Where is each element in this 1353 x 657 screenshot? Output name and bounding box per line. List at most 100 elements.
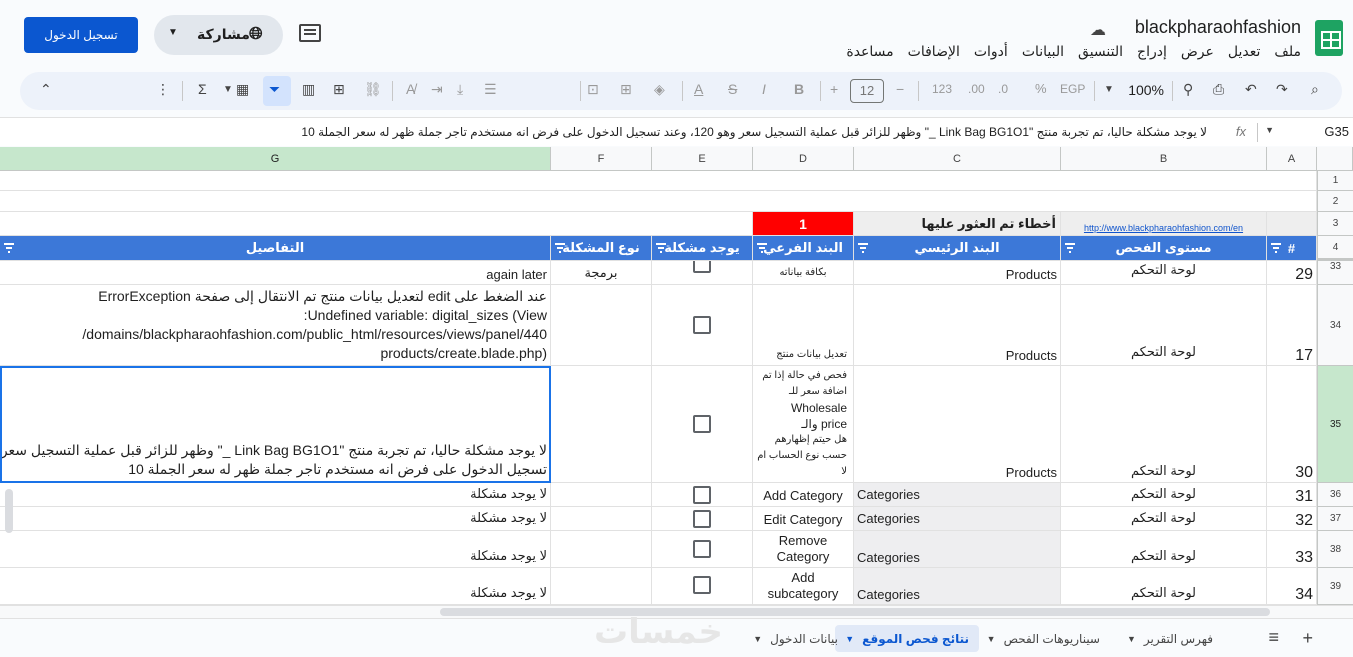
filter-icon[interactable] [1065,243,1075,253]
menu-tools[interactable]: أدوات [974,43,1008,60]
menu-data[interactable]: البيانات [1022,43,1064,60]
chevron-down-icon[interactable]: ▼ [1104,84,1114,95]
column-header-f[interactable]: F [551,147,652,171]
add-sheet-icon[interactable]: + [1302,628,1313,649]
cell-level[interactable]: لوحة التحكم [1061,507,1267,531]
menu-format[interactable]: التنسيق [1078,43,1123,60]
row-header[interactable]: 38 [1317,531,1353,568]
cell-main-item[interactable]: Categories [854,531,1061,568]
row-header[interactable]: 34 [1317,285,1353,366]
spreadsheet-grid[interactable]: A B C D E F G 1 2 3 4 33 34 35 36 37 38 … [0,147,1353,605]
cell-sub-item[interactable]: Edit Category [753,507,854,531]
cell-issue-type[interactable] [551,483,652,507]
row-header[interactable]: 1 [1317,171,1353,191]
cell-level[interactable]: لوحة التحكم [1061,285,1267,366]
chevron-down-icon[interactable]: ▼ [1265,125,1274,135]
row-header[interactable]: 2 [1317,191,1353,212]
text-rotation-icon[interactable]: A̸ [406,81,415,97]
cell-main-item[interactable]: Categories [854,483,1061,507]
merge-cells-icon[interactable]: ⊡ [587,81,599,98]
insert-link-icon[interactable]: ⛓ [364,81,382,98]
collapse-toolbar-icon[interactable]: ⌃ [40,81,52,98]
text-color-icon[interactable]: A [694,81,703,97]
cell-num[interactable]: 34 [1267,568,1317,605]
paint-format-icon[interactable]: ⚲ [1183,81,1193,98]
column-header-b[interactable]: B [1061,147,1267,171]
header-main-item[interactable]: البند الرئيسي [854,236,1061,261]
column-header-g[interactable]: G [0,147,551,171]
document-title[interactable]: blackpharaohfashion [1135,17,1301,38]
tab-test-scenarios[interactable]: سيناريوهات الفحص ▼ [977,625,1110,652]
cloud-status-icon[interactable]: ☁ [1090,20,1106,40]
issue-checkbox[interactable] [693,316,711,334]
cell-main-item[interactable]: Categories [854,568,1061,605]
bold-icon[interactable]: B [794,81,804,97]
horizontal-align-icon[interactable]: ☰ [484,81,497,98]
filter-icon[interactable] [4,243,14,253]
italic-icon[interactable]: I [762,81,766,97]
vertical-align-icon[interactable]: ⤓ [457,81,463,98]
column-header-e[interactable]: E [652,147,753,171]
select-all-corner[interactable] [1317,147,1353,171]
number-format-button[interactable]: 123 [932,82,952,96]
cell-details[interactable]: عند الضغط على edit لتعديل بيانات منتج تم… [0,285,551,366]
cell-main-item[interactable]: Products [854,261,1061,285]
filter-views-icon[interactable]: ▦ [236,81,249,98]
empty-row[interactable] [0,191,1317,212]
cell-sub-item[interactable]: بكافة بياناته [753,261,854,285]
cell-checkbox[interactable] [652,568,753,605]
decrease-decimal-button[interactable]: .0 [998,82,1008,96]
fill-color-icon[interactable]: ◈ [654,81,665,98]
cell-issue-type[interactable] [551,366,652,483]
issue-checkbox[interactable] [693,261,711,273]
empty-cells[interactable] [0,212,753,236]
cell-level[interactable]: لوحة التحكم [1061,531,1267,568]
filter-icon[interactable] [757,243,767,253]
name-box[interactable]: G35 [1324,124,1349,139]
header-level[interactable]: مستوى الفحص [1061,236,1267,261]
cell-checkbox[interactable] [652,507,753,531]
insert-chart-icon[interactable]: ▥ [302,81,315,98]
row-header[interactable]: 4 [1317,236,1353,261]
column-header-d[interactable]: D [753,147,854,171]
text-wrap-icon[interactable]: ⇥ [431,81,443,98]
increase-decimal-button[interactable]: .00 [968,82,985,96]
row-header[interactable]: 35 [1317,366,1353,483]
currency-format-button[interactable]: EGP [1060,82,1085,96]
cell-details[interactable]: لا يوجد مشكلة [0,531,551,568]
header-has-issue[interactable]: يوجد مشكلة [652,236,753,261]
horizontal-scrollbar-thumb[interactable] [440,608,1270,616]
cell-sub-item[interactable]: تعديل بيانات منتج [753,285,854,366]
zoom-select[interactable]: 100% [1128,82,1164,98]
cell-num[interactable]: 33 [1267,531,1317,568]
filter-icon[interactable] [555,243,565,253]
row-header[interactable]: 37 [1317,507,1353,531]
login-button[interactable]: تسجيل الدخول [24,17,138,53]
menu-file[interactable]: ملف [1274,43,1301,60]
cell-issue-type[interactable]: برمجة [551,261,652,285]
cell-a3[interactable] [1267,212,1317,236]
issue-checkbox[interactable] [693,415,711,433]
increase-font-icon[interactable]: + [830,81,838,97]
cell-checkbox[interactable] [652,366,753,483]
cell-checkbox[interactable] [652,531,753,568]
cell-details[interactable]: لا يوجد مشكلة [0,483,551,507]
font-size-field[interactable]: 12 [850,79,884,103]
tab-site-results[interactable]: نتائج فحص الموقع ▼ [835,625,979,652]
more-options-icon[interactable]: ⋮ [156,81,170,98]
column-header-c[interactable]: C [854,147,1061,171]
menu-insert[interactable]: إدراج [1137,43,1167,60]
cell-level[interactable]: لوحة التحكم [1061,261,1267,285]
vertical-scrollbar[interactable] [0,261,15,605]
percent-format-button[interactable]: % [1035,81,1047,96]
chevron-down-icon[interactable]: ▼ [223,84,233,95]
cell-details[interactable]: again later [0,261,551,285]
issue-checkbox[interactable] [693,540,711,558]
filter-icon[interactable]: ⏷ [269,81,280,98]
decrease-font-icon[interactable]: − [896,81,904,97]
cell-num[interactable]: 17 [1267,285,1317,366]
redo-icon[interactable]: ↷ [1276,81,1288,98]
row-header[interactable]: 3 [1317,212,1353,236]
insert-comment-icon[interactable]: ⊞ [333,81,345,98]
issue-checkbox[interactable] [693,576,711,594]
